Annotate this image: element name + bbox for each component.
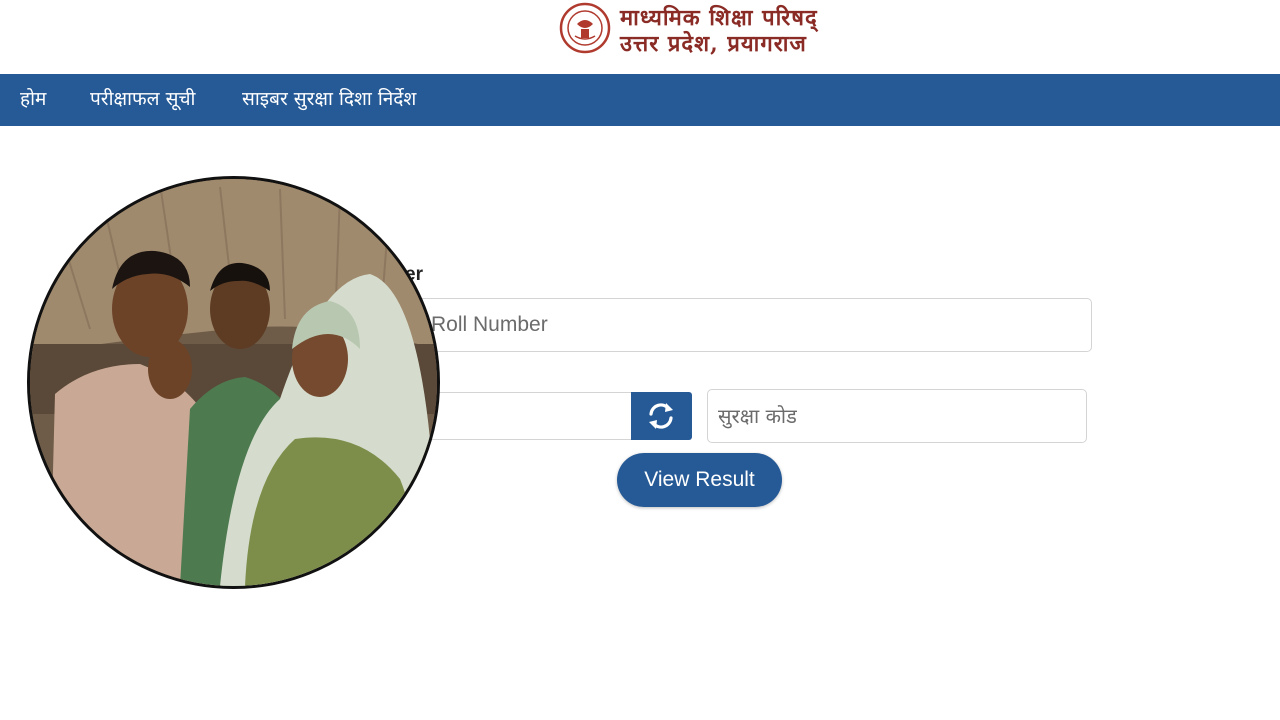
refresh-icon	[649, 403, 673, 429]
view-result-button[interactable]: View Result	[617, 453, 782, 507]
nav-item-cyber-security[interactable]: साइबर सुरक्षा दिशा निर्देश	[242, 74, 416, 126]
refresh-captcha-button[interactable]	[631, 392, 692, 440]
up-emblem-icon	[559, 2, 611, 54]
roll-number-input[interactable]	[400, 298, 1092, 352]
people-photo	[27, 176, 440, 589]
nav-item-result-list[interactable]: परीक्षाफल सूची	[90, 74, 195, 126]
nav-item-home[interactable]: होम	[20, 74, 46, 126]
site-header: माध्यमिक शिक्षा परिषद् उत्तर प्रदेश, प्र…	[0, 0, 1280, 74]
main-navbar: होम परीक्षाफल सूची साइबर सुरक्षा दिशा नि…	[0, 74, 1280, 126]
org-name-line2: उत्तर प्रदेश, प्रयागराज	[620, 31, 807, 57]
security-code-input[interactable]	[707, 389, 1087, 443]
